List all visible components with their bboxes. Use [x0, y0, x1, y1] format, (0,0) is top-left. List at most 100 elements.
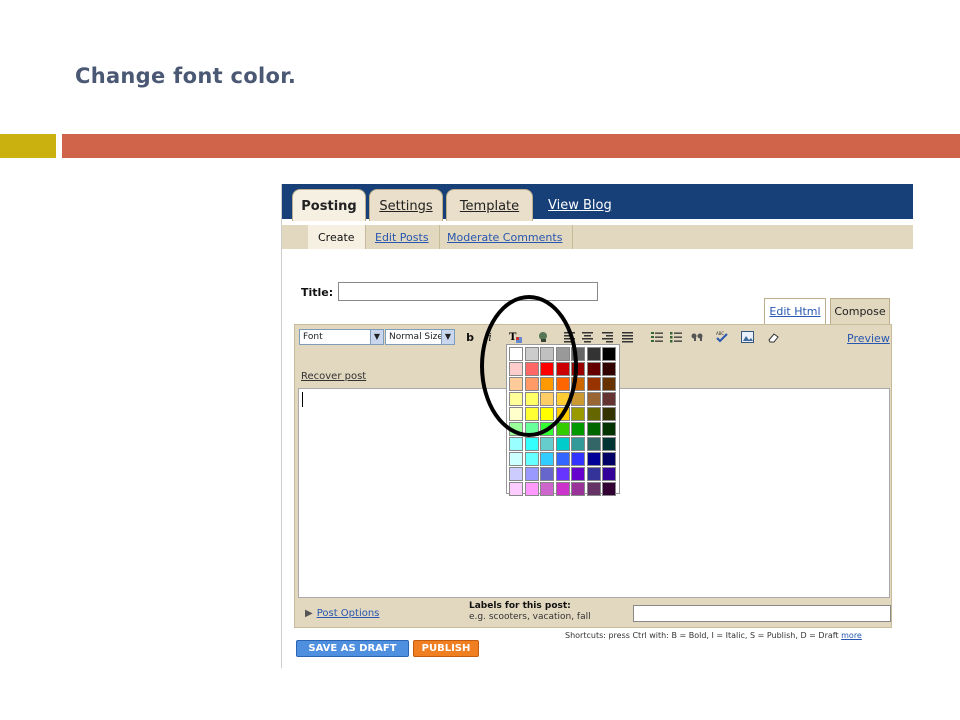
color-swatch[interactable] [571, 437, 585, 451]
image-icon[interactable] [741, 331, 754, 343]
numbered-list-icon[interactable] [651, 331, 664, 343]
color-swatch[interactable] [509, 377, 523, 391]
color-swatch[interactable] [571, 407, 585, 421]
color-swatch[interactable] [586, 392, 601, 406]
color-swatch[interactable] [586, 362, 601, 376]
color-swatch[interactable] [571, 362, 585, 376]
color-swatch[interactable] [586, 467, 601, 481]
color-swatch[interactable] [509, 362, 523, 376]
color-swatch[interactable] [602, 452, 616, 466]
justify-icon[interactable] [621, 331, 634, 343]
align-right-icon[interactable] [601, 331, 614, 343]
color-swatch[interactable] [540, 392, 554, 406]
color-swatch[interactable] [555, 407, 570, 421]
color-swatch[interactable] [509, 407, 523, 421]
color-swatch[interactable] [509, 437, 523, 451]
tab-settings[interactable]: Settings [369, 189, 443, 221]
blockquote-icon[interactable] [691, 331, 704, 343]
color-swatch[interactable] [524, 482, 539, 496]
subnav-create[interactable]: Create [308, 225, 366, 249]
color-swatch[interactable] [571, 452, 585, 466]
color-swatch[interactable] [555, 422, 570, 436]
color-swatch[interactable] [586, 377, 601, 391]
view-blog-link[interactable]: View Blog [548, 198, 612, 213]
color-swatch[interactable] [540, 347, 554, 361]
align-left-icon[interactable] [563, 331, 576, 343]
color-swatch[interactable] [524, 377, 539, 391]
color-swatch[interactable] [586, 422, 601, 436]
post-options-toggle[interactable]: ▶ Post Options [305, 608, 379, 619]
bulleted-list-icon[interactable] [670, 331, 683, 343]
color-swatch[interactable] [524, 452, 539, 466]
color-swatch[interactable] [586, 437, 601, 451]
color-swatch[interactable] [555, 467, 570, 481]
color-swatch[interactable] [555, 452, 570, 466]
subnav-edit-posts[interactable]: Edit Posts [365, 225, 440, 249]
font-size-select[interactable]: Normal Size ▼ [385, 329, 455, 345]
color-swatch[interactable] [540, 482, 554, 496]
color-swatch[interactable] [540, 467, 554, 481]
subnav-moderate-comments[interactable]: Moderate Comments [437, 225, 574, 249]
color-swatch[interactable] [509, 452, 523, 466]
color-swatch[interactable] [524, 392, 539, 406]
color-swatch[interactable] [509, 392, 523, 406]
color-swatch[interactable] [555, 377, 570, 391]
color-swatch[interactable] [602, 407, 616, 421]
color-swatch[interactable] [509, 422, 523, 436]
color-swatch[interactable] [540, 362, 554, 376]
color-swatch[interactable] [602, 482, 616, 496]
color-swatch[interactable] [571, 377, 585, 391]
color-swatch[interactable] [555, 347, 570, 361]
color-swatch[interactable] [602, 377, 616, 391]
color-swatch[interactable] [509, 467, 523, 481]
color-swatch[interactable] [571, 482, 585, 496]
color-swatch[interactable] [586, 452, 601, 466]
color-swatch[interactable] [509, 482, 523, 496]
color-swatch[interactable] [602, 362, 616, 376]
color-swatch[interactable] [524, 422, 539, 436]
color-swatch[interactable] [524, 407, 539, 421]
color-swatch[interactable] [524, 362, 539, 376]
color-swatch[interactable] [586, 347, 601, 361]
color-swatch[interactable] [524, 437, 539, 451]
font-select[interactable]: Font ▼ [299, 329, 384, 345]
edit-html-tab[interactable]: Edit Html [764, 298, 826, 324]
italic-button[interactable]: i [486, 331, 494, 345]
shortcuts-more-link[interactable]: more [841, 631, 862, 640]
color-swatch[interactable] [571, 392, 585, 406]
color-swatch[interactable] [571, 467, 585, 481]
color-swatch[interactable] [602, 347, 616, 361]
color-swatch[interactable] [571, 347, 585, 361]
eraser-icon[interactable] [767, 331, 780, 343]
color-swatch[interactable] [540, 422, 554, 436]
text-color-icon[interactable]: T [509, 331, 522, 343]
color-swatch[interactable] [571, 422, 585, 436]
link-icon[interactable] [537, 331, 550, 343]
color-swatch[interactable] [586, 482, 601, 496]
align-center-icon[interactable] [581, 331, 594, 343]
compose-tab[interactable]: Compose [830, 298, 890, 324]
color-swatch[interactable] [555, 482, 570, 496]
tab-template[interactable]: Template [446, 189, 533, 221]
title-input[interactable] [338, 282, 598, 301]
color-swatch[interactable] [524, 467, 539, 481]
color-swatch[interactable] [524, 347, 539, 361]
color-swatch[interactable] [509, 347, 523, 361]
color-swatch[interactable] [540, 377, 554, 391]
spellcheck-icon[interactable]: ABC [715, 331, 728, 343]
color-swatch[interactable] [555, 392, 570, 406]
color-swatch[interactable] [540, 452, 554, 466]
color-swatch[interactable] [540, 437, 554, 451]
save-as-draft-button[interactable]: SAVE AS DRAFT [296, 640, 409, 657]
color-swatch[interactable] [602, 422, 616, 436]
bold-button[interactable]: b [465, 331, 475, 345]
recover-post-link[interactable]: Recover post [301, 371, 366, 382]
color-swatch[interactable] [540, 407, 554, 421]
publish-button[interactable]: PUBLISH [413, 640, 479, 657]
labels-input[interactable] [633, 605, 891, 622]
color-swatch[interactable] [555, 437, 570, 451]
color-swatch[interactable] [602, 392, 616, 406]
tab-posting[interactable]: Posting [292, 189, 366, 221]
preview-link[interactable]: Preview [847, 332, 890, 345]
color-swatch[interactable] [586, 407, 601, 421]
